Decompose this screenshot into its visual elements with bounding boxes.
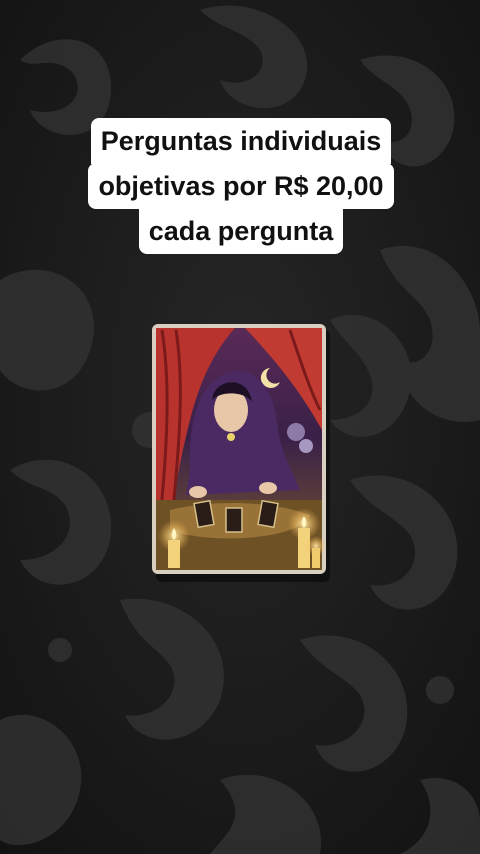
table-card-3 xyxy=(257,499,279,529)
caption-line-1: Perguntas individuais xyxy=(90,118,392,164)
caption-line-3: cada pergunta xyxy=(138,208,344,254)
tarot-card xyxy=(152,324,326,574)
table-card-2 xyxy=(225,507,243,533)
table-card-1 xyxy=(193,499,215,529)
caption-line-2: objetivas por R$ 20,00 xyxy=(88,163,394,209)
caption-overlay: Perguntas individuais objetivas por R$ 2… xyxy=(60,118,422,254)
